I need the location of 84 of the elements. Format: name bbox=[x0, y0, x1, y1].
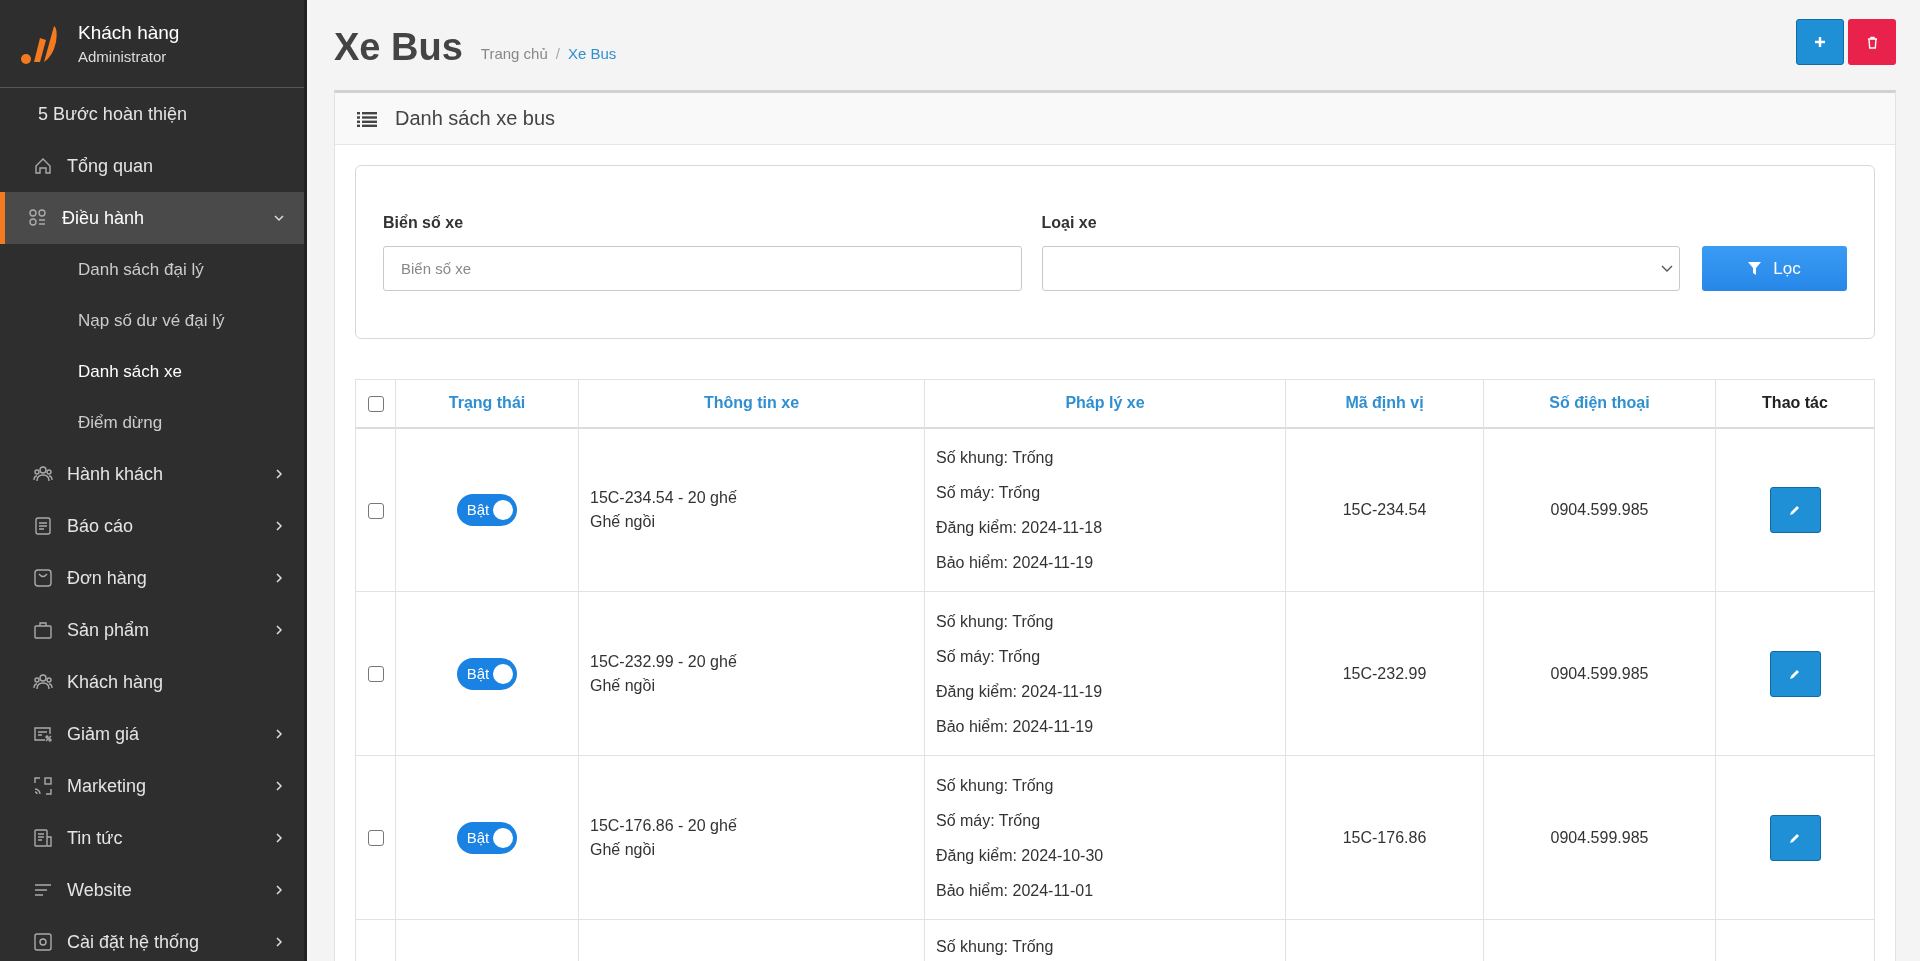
tracker-code: 15C-176.86 bbox=[1342, 828, 1427, 846]
brand-title: Khách hàng bbox=[78, 22, 180, 44]
select-all-checkbox[interactable] bbox=[367, 396, 384, 412]
sidebar-item[interactable]: Báo cáo bbox=[0, 500, 304, 552]
sidebar-item[interactable]: Đơn hàng bbox=[0, 552, 304, 604]
legal-line: Bảo hiểm: 2024-11-19 bbox=[936, 716, 1095, 737]
tracker-code: 15C-234.54 bbox=[1342, 500, 1427, 518]
pencil-icon bbox=[1789, 667, 1801, 680]
document-icon bbox=[33, 516, 53, 536]
legal-line: Đăng kiểm: 2024-10-30 bbox=[936, 845, 1105, 866]
legal-line: Số máy: Trống bbox=[936, 810, 1042, 831]
status-toggle[interactable]: Bật bbox=[456, 821, 518, 854]
people-icon bbox=[33, 672, 53, 692]
sidebar-item[interactable]: Giảm giá bbox=[0, 708, 304, 760]
sidebar-item[interactable]: Tin tức bbox=[0, 812, 304, 864]
status-toggle[interactable]: Bật bbox=[456, 493, 518, 526]
sidebar-item[interactable]: 5 Bước hoàn thiện bbox=[0, 88, 304, 140]
breadcrumb-separator: / bbox=[555, 44, 560, 62]
pencil-icon bbox=[1789, 831, 1801, 844]
card-title: Danh sách xe bus bbox=[395, 107, 556, 130]
row-checkbox[interactable] bbox=[367, 502, 384, 519]
row-checkbox[interactable] bbox=[367, 830, 384, 847]
legal-line: Số máy: Trống bbox=[936, 646, 1042, 667]
vehicle-info: 15C-232.99 - 20 ghế Ghế ngồi bbox=[590, 651, 738, 696]
sidebar-item[interactable]: Khách hàng bbox=[0, 656, 304, 708]
row-checkbox[interactable] bbox=[367, 666, 384, 683]
page-title: Xe Bus bbox=[334, 25, 463, 69]
vehicle-info: 15C-234.54 - 20 ghế Ghế ngồi bbox=[590, 487, 738, 532]
add-button[interactable] bbox=[1796, 19, 1844, 65]
legal-line: Số máy: Trống bbox=[936, 482, 1042, 503]
sidebar-subitem[interactable]: Danh sách xe bbox=[0, 346, 304, 397]
edit-button[interactable] bbox=[1769, 650, 1821, 697]
plate-input[interactable]: Biển số xe bbox=[383, 246, 1022, 291]
column-header[interactable]: Thông tin xe bbox=[703, 394, 800, 412]
status-toggle[interactable]: Bật bbox=[456, 657, 518, 690]
column-header[interactable]: Số điện thoại bbox=[1549, 394, 1650, 412]
settings-icon bbox=[33, 932, 53, 952]
legal-line: Bảo hiểm: 2024-11-01 bbox=[936, 880, 1095, 901]
edit-button[interactable] bbox=[1769, 486, 1821, 533]
sidebar-item[interactable]: Cài đặt hệ thống bbox=[0, 916, 304, 961]
column-header[interactable]: Mã định vị bbox=[1345, 394, 1424, 412]
filter-icon bbox=[1748, 262, 1762, 275]
sidebar-item[interactable]: Marketing bbox=[0, 760, 304, 812]
trash-icon bbox=[1866, 35, 1878, 49]
legal-line: Số khung: Trống bbox=[936, 937, 1055, 957]
legal-line: Đăng kiểm: 2024-11-19 bbox=[936, 681, 1104, 702]
sidebar-item[interactable]: Điều hành bbox=[0, 192, 304, 244]
pencil-icon bbox=[1789, 503, 1801, 516]
column-header: Thao tác bbox=[1762, 394, 1828, 412]
brand-subtitle: Administrator bbox=[78, 48, 168, 65]
grid-icon bbox=[28, 208, 48, 228]
edit-button[interactable] bbox=[1769, 814, 1821, 861]
cast-icon bbox=[33, 776, 53, 796]
chevron-down-icon bbox=[1661, 264, 1673, 273]
legal-line: Bảo hiểm: 2024-11-19 bbox=[936, 552, 1095, 573]
phone-number: 0904.599.985 bbox=[1550, 664, 1649, 682]
home-icon bbox=[33, 156, 53, 176]
sidebar-subitem[interactable]: Nạp số dư vé đại lý bbox=[0, 295, 304, 346]
sidebar-item[interactable]: Sản phẩm bbox=[0, 604, 304, 656]
field-label: Biển số xe bbox=[383, 214, 465, 232]
phone-number: 0904.599.985 bbox=[1550, 828, 1649, 846]
box-icon bbox=[33, 568, 53, 588]
sidebar-item[interactable]: Website bbox=[0, 864, 304, 916]
sidebar-subitem[interactable]: Danh sách đại lý bbox=[0, 244, 304, 295]
sidebar-subitem[interactable]: Điểm dừng bbox=[0, 397, 304, 448]
tracker-code: 15C-232.99 bbox=[1342, 664, 1427, 682]
legal-line: Số khung: Trống bbox=[936, 447, 1055, 468]
bag-icon bbox=[33, 620, 53, 640]
field-label: Loại xe bbox=[1041, 214, 1098, 232]
sidebar-item[interactable]: Hành khách bbox=[0, 448, 304, 500]
sidebar-item[interactable]: Tổng quan bbox=[0, 140, 304, 192]
vehicle-info: 15C-176.86 - 20 ghế Ghế ngồi bbox=[590, 815, 738, 860]
people-icon bbox=[33, 464, 53, 484]
column-header[interactable]: Pháp lý xe bbox=[1065, 394, 1145, 412]
legal-line: Số khung: Trống bbox=[936, 611, 1055, 632]
legal-line: Số khung: Trống bbox=[936, 775, 1055, 796]
delete-button[interactable] bbox=[1848, 19, 1896, 65]
news-icon bbox=[33, 828, 53, 848]
list-icon bbox=[357, 110, 377, 127]
column-header[interactable]: Trạng thái bbox=[448, 394, 526, 412]
coupon-icon bbox=[33, 724, 53, 744]
legal-line: Đăng kiểm: 2024-11-18 bbox=[936, 517, 1104, 538]
plus-icon bbox=[1814, 36, 1826, 48]
phone-number: 0904.599.985 bbox=[1550, 500, 1649, 518]
